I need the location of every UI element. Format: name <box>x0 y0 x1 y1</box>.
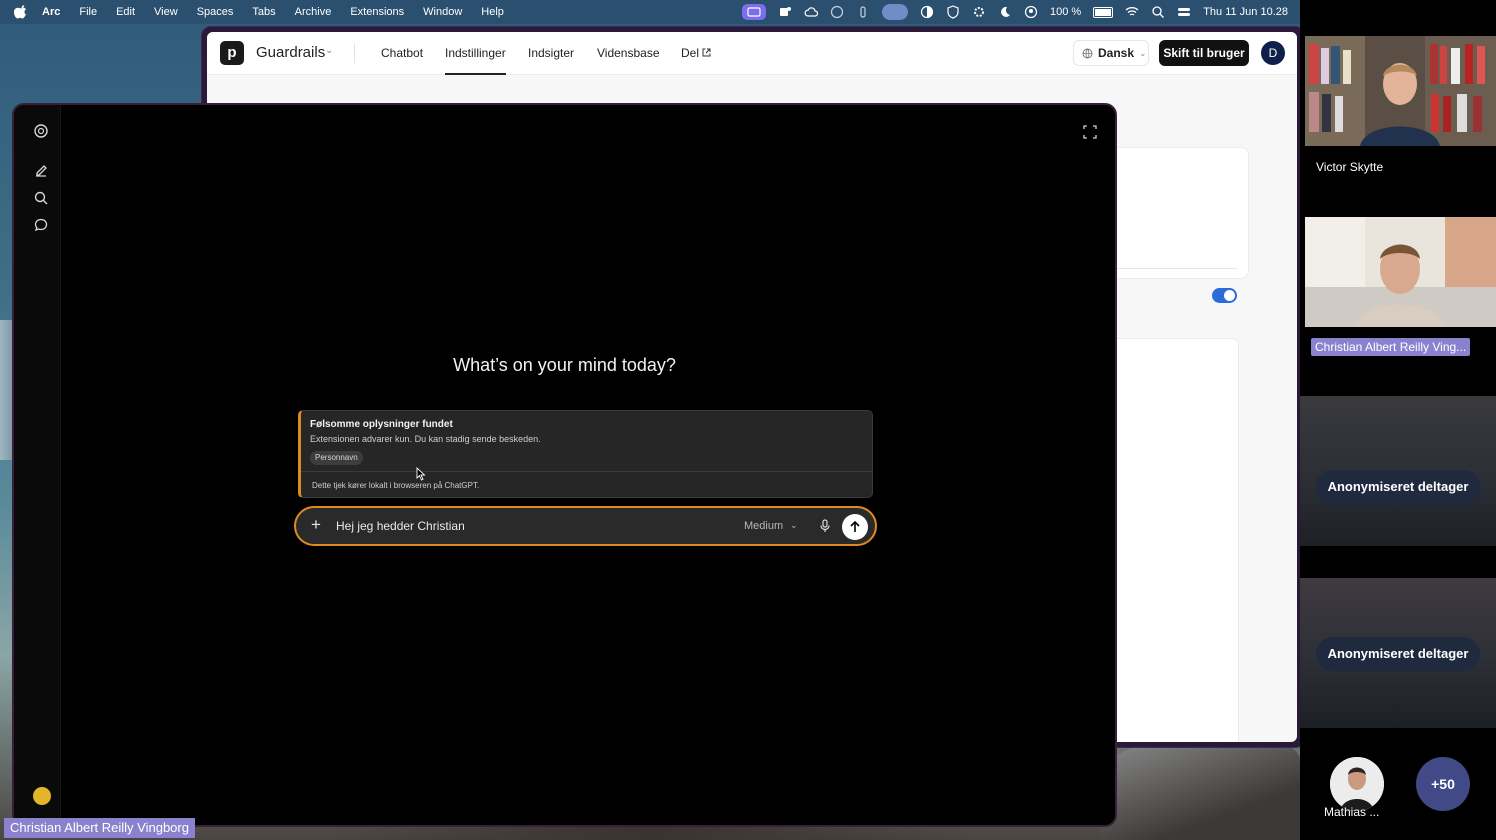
cloud-icon[interactable] <box>804 5 818 19</box>
language-label: Dansk <box>1098 46 1135 60</box>
tab-indsigter[interactable]: Indsigter <box>528 46 574 60</box>
warning-subtitle: Extensionen advarer kun. Du kan stadig s… <box>310 434 541 444</box>
participant-video-victor[interactable] <box>1305 36 1496 146</box>
microphone-icon[interactable] <box>819 519 831 533</box>
participant-name-mathias: Mathias ... <box>1324 805 1380 819</box>
participant-tile-anon-1[interactable]: Anonymiseret deltager <box>1300 396 1496 546</box>
divider <box>301 471 872 472</box>
model-select[interactable]: Medium <box>744 520 783 532</box>
page-title: What’s on your mind today? <box>453 355 676 375</box>
menu-file[interactable]: File <box>79 6 97 18</box>
search-icon[interactable] <box>1151 5 1165 19</box>
avatar[interactable] <box>1330 757 1384 811</box>
warning-title: Følsomme oplysninger fundet <box>310 419 453 430</box>
menu-extensions[interactable]: Extensions <box>350 6 404 18</box>
battery-icon[interactable] <box>1093 6 1114 18</box>
warning-tag: Personnavn <box>310 451 363 465</box>
wifi-icon[interactable] <box>1125 5 1139 19</box>
menu-view[interactable]: View <box>154 6 178 18</box>
participant-name-anon-2: Anonymiseret deltager <box>1316 637 1480 671</box>
menu-bar: Arc File Edit View Spaces Tabs Archive E… <box>0 0 1300 24</box>
tab-vidensbase[interactable]: Vidensbase <box>597 46 660 60</box>
tab-chatbot[interactable]: Chatbot <box>381 46 423 60</box>
send-button[interactable] <box>842 514 868 540</box>
chevron-down-icon[interactable]: ⌄ <box>790 520 798 531</box>
screen-share-icon[interactable] <box>741 4 766 20</box>
chevron-down-icon: ⌄ <box>1139 47 1147 58</box>
globe-icon <box>1082 48 1093 58</box>
plus-icon[interactable]: + <box>311 515 321 535</box>
shield-icon[interactable] <box>946 5 960 19</box>
message-composer[interactable]: + Hej jeg hedder Christian Medium ⌄ <box>294 506 877 546</box>
new-chat-icon[interactable] <box>33 163 49 179</box>
search-icon[interactable] <box>33 190 49 206</box>
openai-logo-icon[interactable] <box>33 123 49 139</box>
apple-icon[interactable] <box>14 5 28 19</box>
paperclip-icon[interactable] <box>856 5 870 19</box>
gear-icon[interactable] <box>972 5 986 19</box>
settings-panel <box>1107 338 1239 742</box>
wallpaper-rock <box>1100 740 1300 840</box>
battery-percent: 100 % <box>1049 6 1082 18</box>
chatgpt-window: What’s on your mind today? Følsomme oply… <box>12 103 1117 827</box>
globe-icon[interactable] <box>830 5 844 19</box>
participant-video-christian[interactable] <box>1305 217 1496 327</box>
mouse-cursor-icon <box>416 467 426 481</box>
teams-icon[interactable] <box>778 5 792 19</box>
participant-name-christian: Christian Albert Reilly Ving... <box>1311 338 1471 356</box>
participant-name-victor: Victor Skytte <box>1316 160 1384 174</box>
menu-tabs[interactable]: Tabs <box>252 6 275 18</box>
header-divider <box>354 43 355 63</box>
external-link-icon <box>702 48 711 57</box>
video-feed-christian <box>1305 217 1496 327</box>
menu-bar-status: 100 % Thu 11 Jun 10.28 <box>741 0 1288 24</box>
moon-icon[interactable] <box>998 5 1012 19</box>
video-feed-victor <box>1305 36 1496 146</box>
menu-app-name[interactable]: Arc <box>42 6 60 18</box>
guardrails-header: p Guardrails ⌄ Chatbot Indstillinger Ind… <box>207 32 1297 75</box>
tab-del[interactable]: Del <box>681 46 711 60</box>
chat-bubble-icon[interactable] <box>33 217 49 233</box>
avatar-photo-mathias <box>1330 757 1384 811</box>
menu-edit[interactable]: Edit <box>116 6 135 18</box>
control-center-icon[interactable] <box>1177 5 1191 19</box>
menu-archive[interactable]: Archive <box>295 6 332 18</box>
menu-help[interactable]: Help <box>481 6 504 18</box>
message-input[interactable]: Hej jeg hedder Christian <box>336 519 465 533</box>
menu-window[interactable]: Window <box>423 6 462 18</box>
more-participants-button[interactable]: +50 <box>1416 757 1470 811</box>
divider <box>1117 268 1237 269</box>
user-circle-icon[interactable] <box>1024 5 1038 19</box>
focus-toggle-icon[interactable] <box>881 4 908 20</box>
sensitive-info-warning: Følsomme oplysninger fundet Extensionen … <box>298 410 873 498</box>
menu-spaces[interactable]: Spaces <box>197 6 234 18</box>
workspace-name[interactable]: Guardrails <box>256 44 325 61</box>
warning-footer: Dette tjek kører lokalt i browseren på C… <box>312 481 480 490</box>
settings-toggle[interactable] <box>1212 288 1237 303</box>
self-name-label: Christian Albert Reilly Vingborg <box>4 818 195 838</box>
user-avatar[interactable] <box>33 787 51 805</box>
language-select[interactable]: Dansk ⌄ <box>1073 40 1149 66</box>
tab-indstillinger[interactable]: Indstillinger <box>445 46 506 75</box>
avatar[interactable]: D <box>1261 41 1285 65</box>
clock[interactable]: Thu 11 Jun 10.28 <box>1203 6 1288 18</box>
contrast-icon[interactable] <box>920 5 934 19</box>
chevron-down-icon[interactable]: ⌄ <box>325 45 333 56</box>
arrow-up-icon <box>850 520 860 532</box>
participant-tile-anon-2[interactable]: Anonymiseret deltager <box>1300 578 1496 728</box>
guardrails-logo[interactable]: p <box>220 41 244 65</box>
expand-icon[interactable] <box>1083 125 1097 139</box>
chatgpt-sidebar <box>14 105 61 825</box>
participant-name-anon-1: Anonymiseret deltager <box>1316 470 1480 504</box>
switch-to-user-button[interactable]: Skift til bruger <box>1159 40 1249 66</box>
tab-del-label: Del <box>681 46 700 60</box>
